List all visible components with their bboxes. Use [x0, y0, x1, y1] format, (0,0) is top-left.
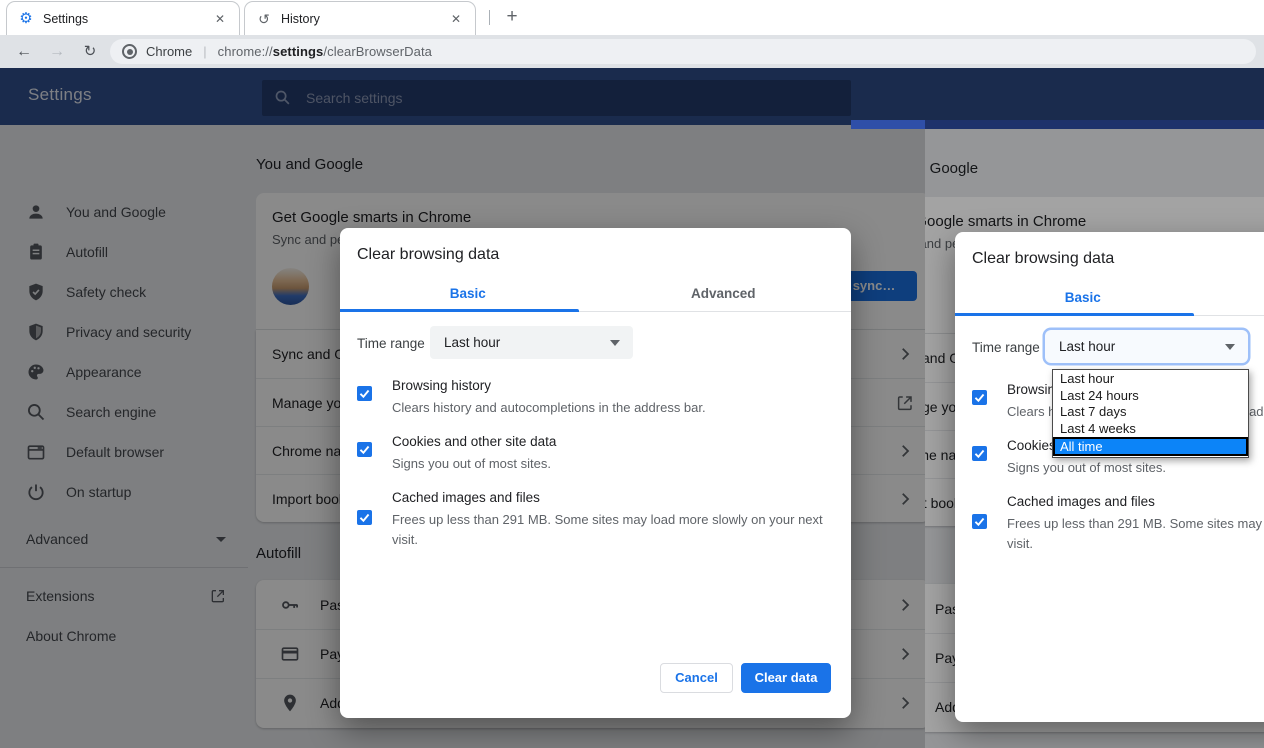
checkbox-checked[interactable]	[972, 514, 987, 529]
time-range-value: Last hour	[1059, 330, 1115, 363]
dropdown-option-last-4-weeks[interactable]: Last 4 weeks	[1053, 421, 1248, 438]
dialog-title: Clear browsing data	[972, 250, 1114, 268]
checkbox-checked[interactable]	[972, 390, 987, 405]
forward-icon[interactable]: →	[45, 40, 69, 64]
browser-chrome: ⚙ Settings ✕ ↺ History ✕ + ← → ↻ Chrome …	[0, 0, 1264, 68]
time-range-dropdown: Last hour Last 24 hours Last 7 days Last…	[1052, 369, 1249, 458]
active-tab-underline	[340, 309, 579, 312]
dialog-tabs: Basic Advanced	[955, 280, 1264, 316]
time-range-select[interactable]: Last hour	[1045, 330, 1248, 363]
tab-divider	[489, 10, 490, 25]
tab-title: History	[281, 12, 447, 26]
close-icon[interactable]: ✕	[211, 10, 229, 28]
zoomed-dialog-panel: Settings You and Google Autofill Safety …	[925, 120, 1264, 748]
checkbox-checked[interactable]	[357, 386, 372, 401]
dropdown-option-last-24-hours[interactable]: Last 24 hours	[1053, 388, 1248, 405]
tab-history[interactable]: ↺ History ✕	[244, 1, 476, 35]
checkbox-checked[interactable]	[357, 442, 372, 457]
time-range-label: Time range	[357, 336, 425, 351]
tab-strip: ⚙ Settings ✕ ↺ History ✕ +	[0, 0, 1264, 35]
checkbox-checked[interactable]	[972, 446, 987, 461]
site-label: Chrome	[146, 44, 192, 59]
gear-icon: ⚙	[17, 12, 35, 26]
reload-icon[interactable]: ↻	[78, 40, 102, 64]
tab-advanced[interactable]: Advanced	[596, 276, 852, 311]
chrome-logo-icon	[122, 44, 137, 59]
dialog-tabs: Basic Advanced	[340, 276, 851, 312]
dropdown-caret-icon	[1225, 344, 1235, 350]
dialog-title: Clear browsing data	[357, 246, 499, 264]
toolbar: ← → ↻ Chrome | chrome://settings/clearBr…	[0, 35, 1264, 68]
active-tab-underline	[955, 313, 1194, 316]
time-range-select[interactable]: Last hour	[430, 326, 633, 359]
tab-advanced[interactable]: Advanced	[1211, 280, 1264, 315]
dropdown-option-last-7-days[interactable]: Last 7 days	[1053, 404, 1248, 421]
back-icon[interactable]: ←	[12, 40, 36, 64]
clear-browsing-data-dialog: Clear browsing data Basic Advanced Time …	[340, 228, 851, 718]
new-tab-button[interactable]: +	[499, 4, 525, 30]
tab-basic[interactable]: Basic	[340, 276, 596, 311]
cancel-button[interactable]: Cancel	[660, 663, 733, 693]
clear-data-button[interactable]: Clear data	[741, 663, 831, 693]
tab-basic[interactable]: Basic	[955, 280, 1211, 315]
dropdown-caret-icon	[610, 340, 620, 346]
dropdown-option-last-hour[interactable]: Last hour	[1053, 371, 1248, 388]
tab-title: Settings	[43, 12, 211, 26]
screen: ⚙ Settings ✕ ↺ History ✕ + ← → ↻ Chrome …	[0, 0, 1264, 748]
clear-browsing-data-dialog: Clear browsing data Basic Advanced Time …	[955, 232, 1264, 722]
time-range-value: Last hour	[444, 326, 500, 359]
tab-settings[interactable]: ⚙ Settings ✕	[6, 1, 240, 35]
dropdown-option-all-time-selected[interactable]: All time	[1053, 437, 1248, 456]
address-separator: |	[203, 44, 206, 59]
address-bar[interactable]: Chrome | chrome://settings/clearBrowserD…	[110, 39, 1256, 64]
checkbox-checked[interactable]	[357, 510, 372, 525]
time-range-label: Time range	[972, 340, 1040, 355]
history-icon: ↺	[255, 12, 273, 26]
url-text: chrome://settings/clearBrowserData	[218, 44, 432, 59]
close-icon[interactable]: ✕	[447, 10, 465, 28]
